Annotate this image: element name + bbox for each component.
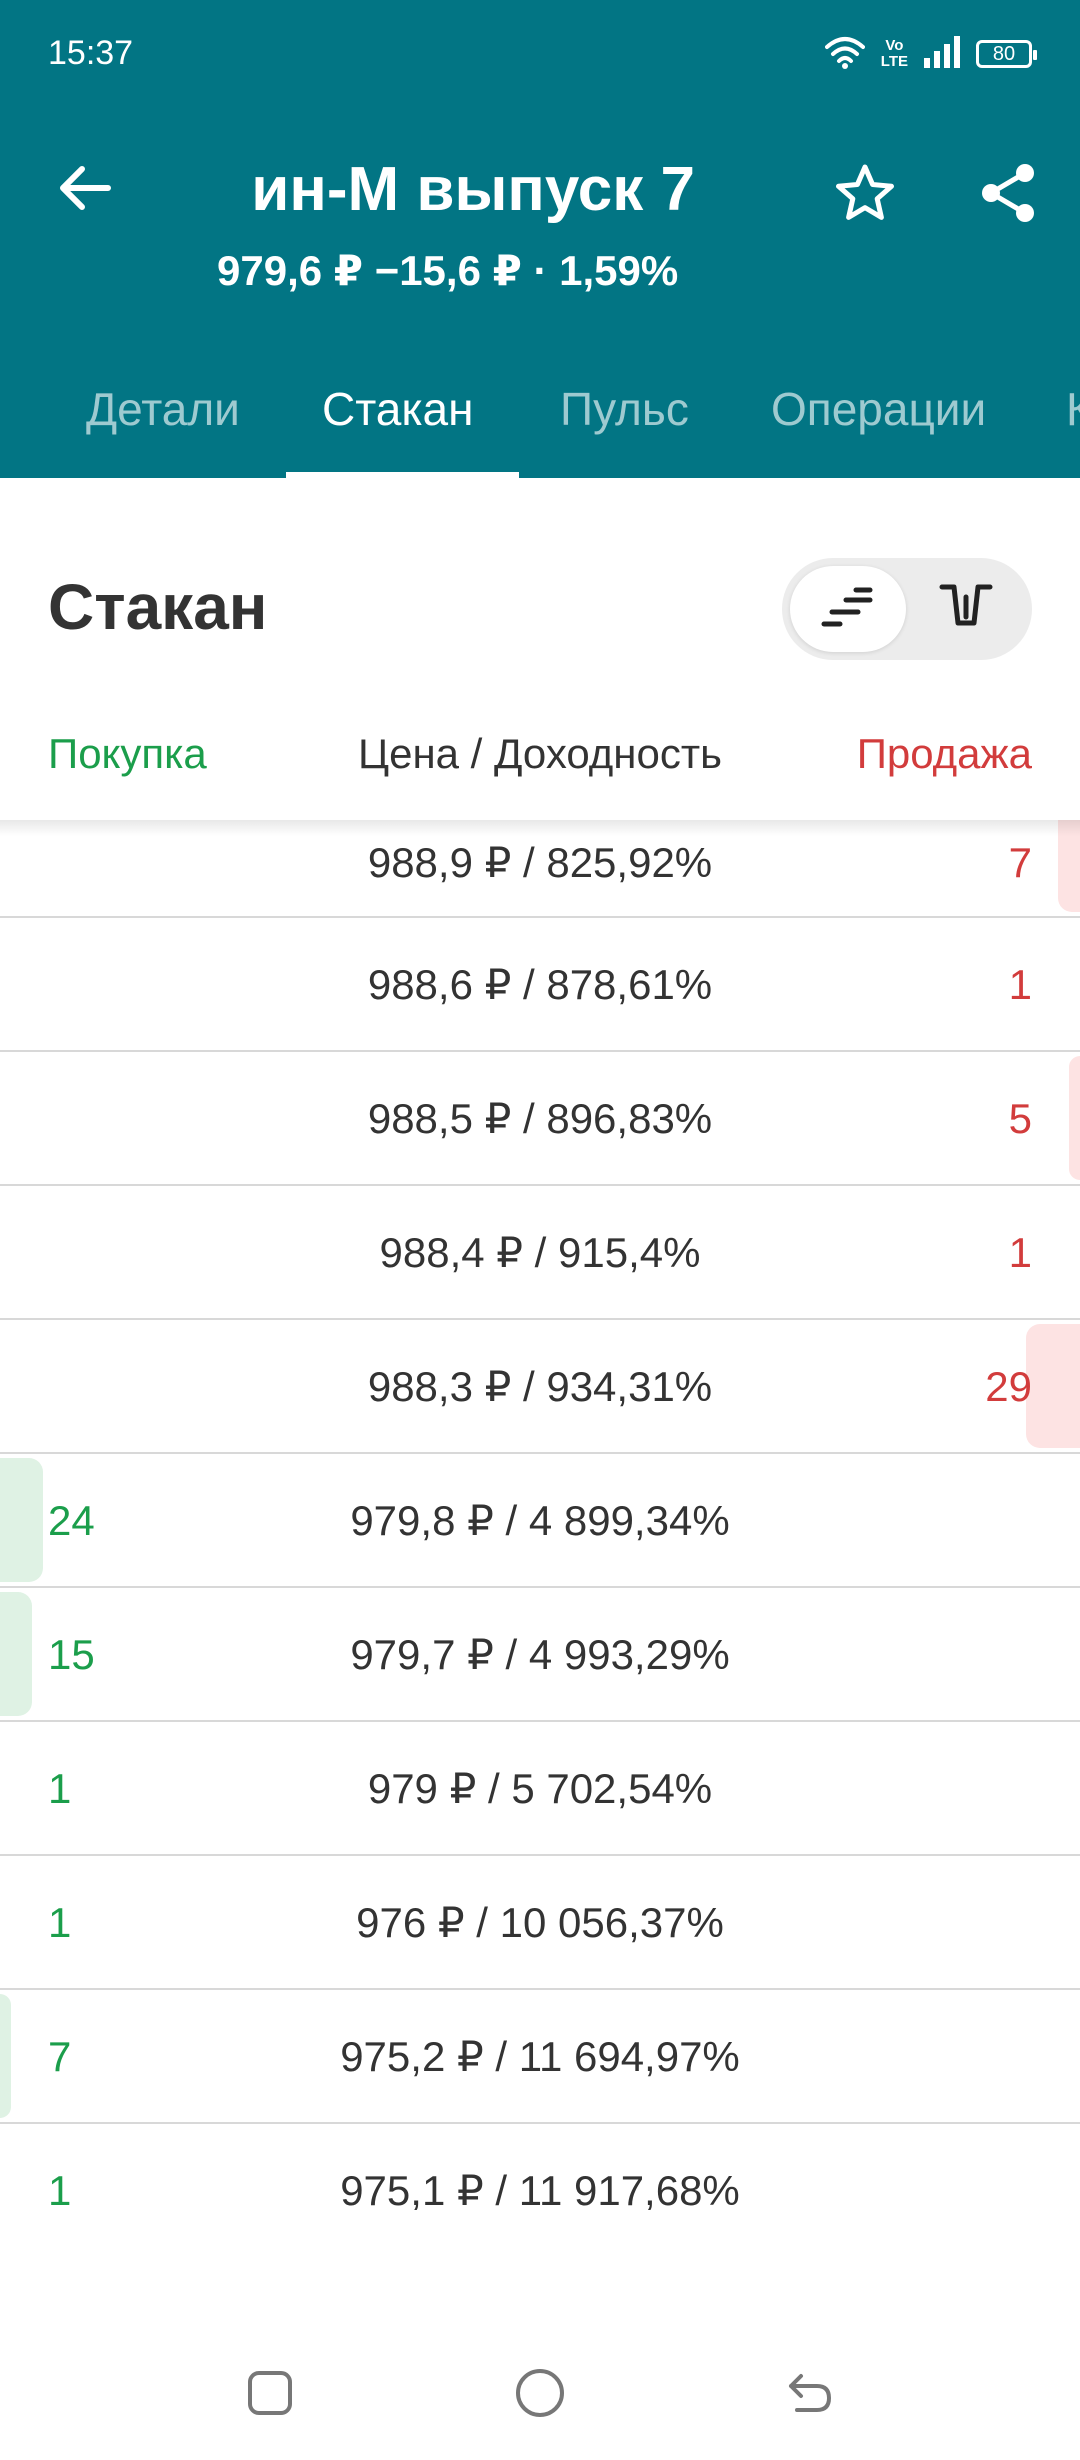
row-price: 988,5 ₽ / 896,83% — [367, 1095, 713, 1142]
tab-orderbook[interactable]: Стакан — [322, 370, 473, 478]
recents-button[interactable] — [225, 2350, 315, 2440]
orderbook-row[interactable]: 1 976 ₽ / 10 056,37% — [0, 1856, 1080, 1990]
active-tab-indicator — [286, 472, 519, 478]
row-price: 988,3 ₽ / 934,31% — [367, 1363, 713, 1410]
tab-pulse[interactable]: Пульс — [560, 370, 689, 478]
column-header-shadow — [0, 820, 1080, 836]
status-icons: Vo LTE 80 — [824, 32, 1037, 76]
row-price: 979 ₽ / 5 702,54% — [367, 1765, 713, 1812]
column-sell: Продажа — [856, 730, 1032, 777]
volte-bottom: LTE — [880, 53, 908, 70]
back-arrow-icon — [783, 2368, 837, 2423]
orderbook-row[interactable]: 1 975,1 ₽ / 11 917,68% — [0, 2124, 1080, 2210]
orderbook-list[interactable]: 988,9 ₽ / 825,92% 7 988,6 ₽ / 878,61% 1 … — [0, 820, 1080, 2210]
section-title: Стакан — [48, 571, 268, 643]
status-time: 15:37 — [48, 34, 134, 72]
instrument-title: ин-М выпуск 7 — [251, 155, 695, 224]
orderbook-list-icon — [818, 582, 878, 637]
depth-chart-icon — [936, 579, 996, 640]
star-outline-icon — [834, 163, 896, 228]
tab-more[interactable]: К — [1066, 370, 1080, 478]
row-price: 979,7 ₽ / 4 993,29% — [350, 1631, 730, 1678]
title-marquee: ин-М выпуск 7 — [215, 150, 775, 230]
favorite-button[interactable] — [825, 155, 905, 235]
orderbook-row[interactable]: 988,6 ₽ / 878,61% 1 — [0, 918, 1080, 1052]
tab-details[interactable]: Детали — [86, 370, 240, 478]
square-icon — [245, 2368, 295, 2423]
app-header: 15:37 Vo LTE 80 ин-М выпуск 7 979,6 ₽ −1… — [0, 0, 1080, 478]
row-price: 988,4 ₽ / 915,4% — [379, 1229, 701, 1276]
home-button[interactable] — [495, 2350, 585, 2440]
row-sell-qty: 7 — [1008, 839, 1032, 886]
column-buy: Покупка — [48, 730, 207, 777]
row-sell-qty: 1 — [1008, 961, 1032, 1008]
share-button[interactable] — [968, 155, 1048, 235]
orderbook-row[interactable]: 988,3 ₽ / 934,31% 29 — [0, 1320, 1080, 1454]
row-price: 988,9 ₽ / 825,92% — [367, 839, 713, 886]
row-price: 988,6 ₽ / 878,61% — [367, 961, 713, 1008]
orderbook-row[interactable]: 15 979,7 ₽ / 4 993,29% — [0, 1588, 1080, 1722]
battery-level: 80 — [992, 42, 1016, 65]
row-price: 979,8 ₽ / 4 899,34% — [350, 1497, 730, 1544]
orderbook-row[interactable]: 24 979,8 ₽ / 4 899,34% — [0, 1454, 1080, 1588]
row-price: 975,1 ₽ / 11 917,68% — [340, 2167, 740, 2210]
signal-icon — [924, 35, 960, 73]
orderbook-row[interactable]: 988,5 ₽ / 896,83% 5 — [0, 1052, 1080, 1186]
row-sell-qty: 29 — [985, 1363, 1032, 1410]
wifi-icon — [824, 35, 865, 74]
volte-icon: Vo LTE — [881, 38, 908, 70]
row-sell-qty: 1 — [1008, 1229, 1032, 1276]
battery-icon: 80 — [976, 40, 1037, 68]
share-icon — [979, 162, 1037, 229]
volte-top: Vo — [885, 37, 904, 54]
status-bar: 15:37 Vo LTE 80 — [0, 0, 1080, 110]
arrow-left-icon — [58, 165, 112, 216]
orderbook-row[interactable]: 988,4 ₽ / 915,4% 1 — [0, 1186, 1080, 1320]
row-price: 976 ₽ / 10 056,37% — [356, 1899, 724, 1946]
row-sell-qty: 5 — [1008, 1095, 1032, 1142]
back-button[interactable] — [50, 155, 120, 225]
row-price: 975,2 ₽ / 11 694,97% — [340, 2033, 740, 2080]
toggle-depth-view[interactable] — [908, 566, 1024, 652]
circle-icon — [513, 2366, 567, 2425]
back-nav-button[interactable] — [765, 2350, 855, 2440]
system-nav-bar — [0, 2330, 1080, 2460]
tab-bar: Детали Стакан Пульс Операции К — [0, 370, 1080, 478]
column-headers: Цена / Доходность Покупка Продажа — [0, 730, 1080, 790]
orderbook-row[interactable]: 7 975,2 ₽ / 11 694,97% — [0, 1990, 1080, 2124]
view-toggle — [782, 558, 1032, 660]
tab-operations[interactable]: Операции — [771, 370, 986, 478]
price-change-summary: 979,6 ₽ −15,6 ₽ · 1,59% — [217, 247, 679, 294]
orderbook-row[interactable]: 1 979 ₽ / 5 702,54% — [0, 1722, 1080, 1856]
toggle-list-view[interactable] — [790, 566, 906, 652]
